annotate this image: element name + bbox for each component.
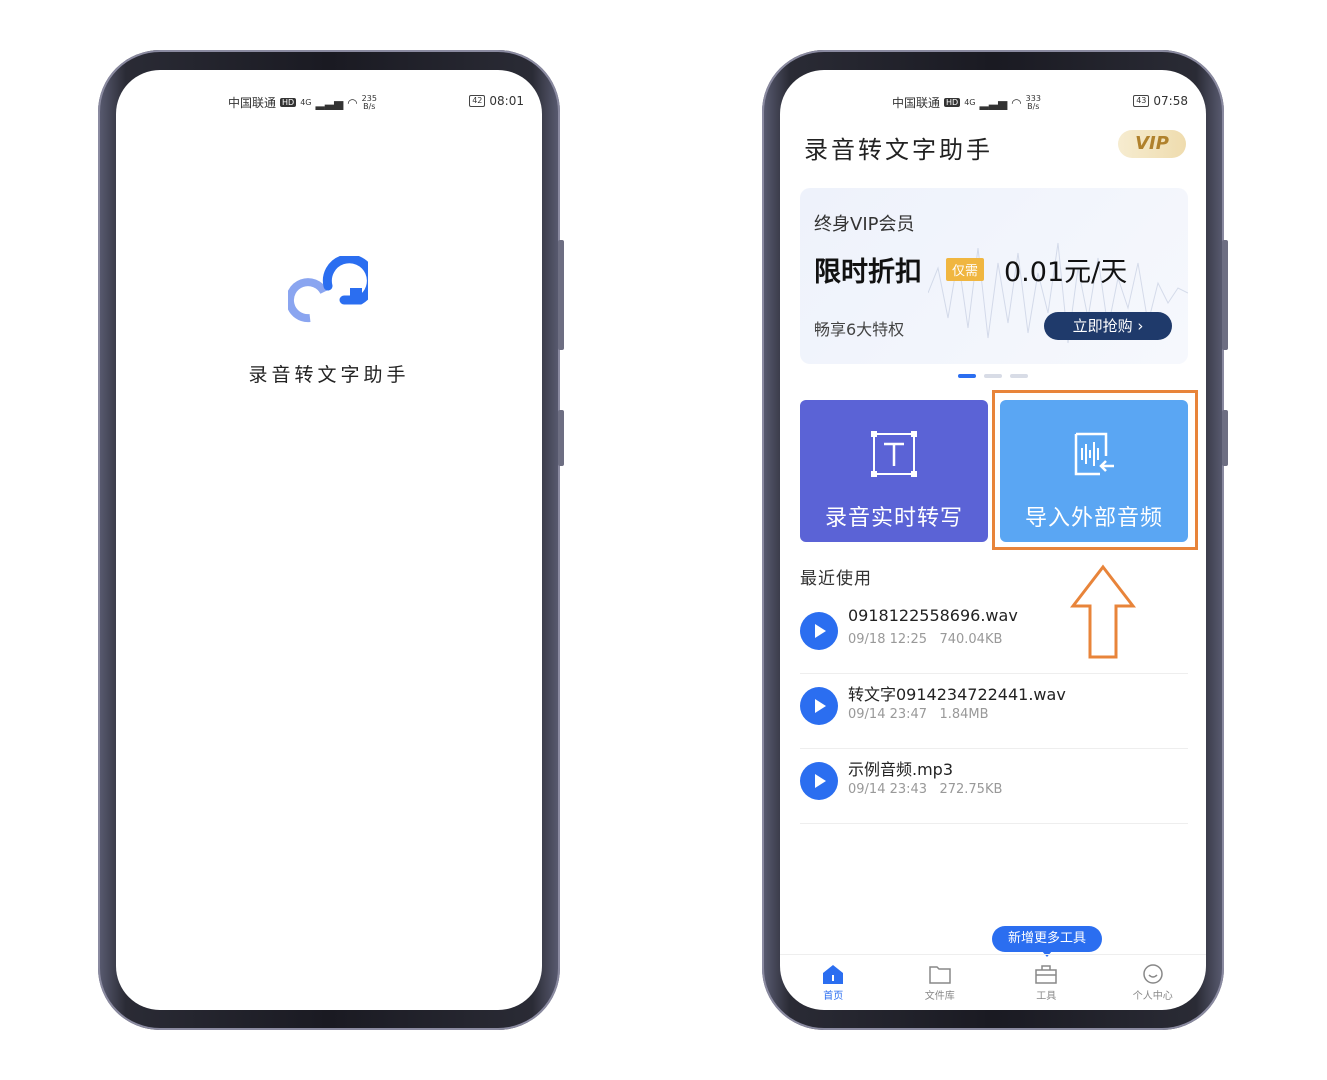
bottom-tab-bar: 首页 文件库 工具 个人中心 (780, 954, 1206, 1010)
tab-files[interactable]: 文件库 (887, 955, 994, 1010)
hd-badge: HD (944, 98, 961, 107)
carousel-dot[interactable] (958, 374, 976, 378)
recent-section-title: 最近使用 (800, 569, 872, 589)
battery-icon: 42 (469, 95, 486, 107)
home-screen: 中国联通 HD 4G ▂▃▅ ◠ 333 B/s 43 07:58 录音转文字助手… (780, 70, 1206, 1010)
vip-promo-banner[interactable]: 终身VIP会员 限时折扣 仅需 0.01元/天 畅享6大特权 立即抢购 › (800, 188, 1188, 364)
wifi-icon: ◠ (1011, 95, 1022, 110)
file-meta: 09/18 12:25 740.04KB (848, 632, 1003, 647)
file-row[interactable]: 0918122558696.wav 09/18 12:25 740.04KB (800, 600, 1188, 674)
clock: 07:58 (1153, 94, 1188, 108)
vip-button[interactable]: VIP (1118, 130, 1186, 158)
app-logo-icon (288, 256, 368, 323)
hd-badge: HD (280, 98, 297, 107)
record-transcribe-button[interactable]: 录音实时转写 (800, 400, 988, 542)
file-name: 0918122558696.wav (848, 606, 1018, 625)
stage: 中国联通 HD 4G ▂▃▅ ◠ 235 B/s 42 08:01 录音转文字助手 (0, 0, 1327, 1080)
splash-screen: 中国联通 HD 4G ▂▃▅ ◠ 235 B/s 42 08:01 录音转文字助手 (116, 70, 542, 1010)
smile-icon (1143, 964, 1163, 984)
splash-app-name: 录音转文字助手 (248, 364, 410, 386)
tab-label: 首页 (823, 991, 844, 1002)
promo-line1: 终身VIP会员 (814, 214, 915, 235)
signal-icon: ▂▃▅ (979, 95, 1008, 110)
promo-tag: 仅需 (946, 258, 985, 281)
file-row[interactable]: 转文字0914234722441.wav 09/14 23:47 1.84MB (800, 675, 1188, 749)
buy-now-button[interactable]: 立即抢购 › (1044, 312, 1172, 340)
wifi-icon: ◠ (347, 95, 358, 110)
right-phone: 中国联通 HD 4G ▂▃▅ ◠ 333 B/s 43 07:58 录音转文字助手… (762, 50, 1228, 1030)
battery-icon: 43 (1133, 95, 1150, 107)
tab-label: 工具 (1036, 991, 1057, 1002)
power-button (1222, 410, 1228, 466)
file-meta: 09/14 23:47 1.84MB (848, 707, 989, 722)
signal-icon: ▂▃▅ (315, 95, 344, 110)
tab-home[interactable]: 首页 (780, 955, 887, 1010)
volume-button (1222, 240, 1228, 350)
power-button (558, 410, 564, 466)
tab-label: 个人中心 (1132, 991, 1173, 1002)
record-transcribe-label: 录音实时转写 (824, 506, 963, 531)
network-label: 4G (964, 98, 976, 107)
file-name: 转文字0914234722441.wav (848, 685, 1066, 704)
play-icon[interactable] (800, 762, 838, 800)
new-tools-tooltip: 新增更多工具 (992, 926, 1102, 957)
toolbox-icon (1035, 965, 1057, 984)
carrier-label: 中国联通 (892, 96, 941, 110)
carousel-indicator (958, 374, 1028, 378)
status-bar: 中国联通 HD 4G ▂▃▅ ◠ 235 B/s 42 08:01 (116, 92, 542, 112)
volume-button (558, 240, 564, 350)
tab-profile[interactable]: 个人中心 (1100, 955, 1207, 1010)
tab-label: 文件库 (924, 991, 955, 1002)
highlight-box (992, 390, 1198, 550)
folder-icon (929, 966, 951, 984)
left-phone: 中国联通 HD 4G ▂▃▅ ◠ 235 B/s 42 08:01 录音转文字助手 (98, 50, 564, 1030)
file-row[interactable]: 示例音频.mp3 09/14 23:43 272.75KB (800, 750, 1188, 824)
play-icon[interactable] (800, 687, 838, 725)
home-icon (823, 965, 844, 984)
net-speed: 235 B/s (361, 93, 377, 111)
carousel-dot[interactable] (984, 374, 1002, 378)
page-title: 录音转文字助手 (804, 136, 993, 164)
tab-tools[interactable]: 工具 (993, 955, 1100, 1010)
status-bar: 中国联通 HD 4G ▂▃▅ ◠ 333 B/s 43 07:58 (780, 92, 1206, 112)
promo-headline: 限时折扣 (814, 257, 922, 288)
play-icon[interactable] (800, 612, 838, 650)
file-name: 示例音频.mp3 (848, 760, 954, 779)
promo-line3: 畅享6大特权 (814, 320, 905, 339)
net-speed: 333 B/s (1025, 93, 1041, 111)
file-meta: 09/14 23:43 272.75KB (848, 782, 1003, 797)
clock: 08:01 (489, 94, 524, 108)
promo-price: 0.01元/天 (1004, 257, 1128, 288)
carousel-dot[interactable] (1010, 374, 1028, 378)
text-frame-icon (871, 431, 917, 477)
network-label: 4G (300, 98, 312, 107)
carrier-label: 中国联通 (228, 96, 277, 110)
